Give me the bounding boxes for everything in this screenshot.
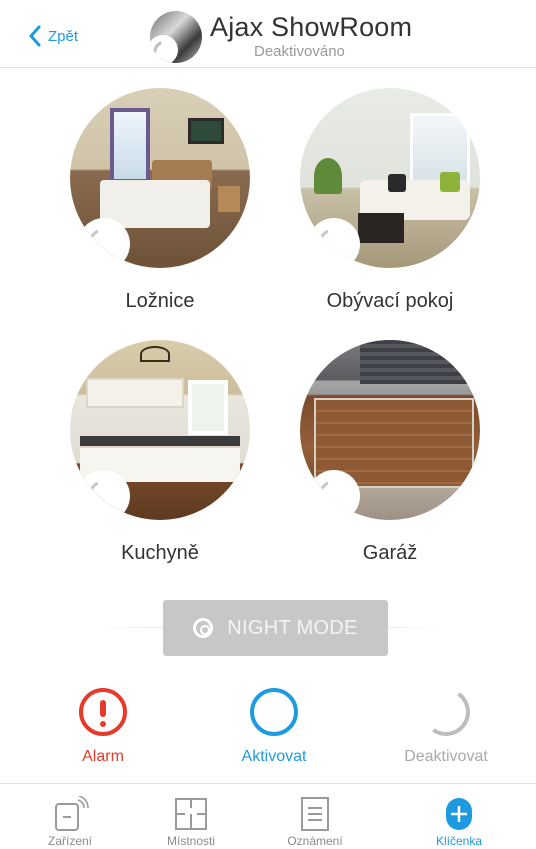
loading-spinner-icon — [308, 218, 360, 268]
keyfob-icon — [446, 798, 472, 830]
tab-label: Klíčenka — [435, 834, 483, 848]
tab-rooms[interactable]: Místnosti — [131, 784, 251, 849]
loading-spinner-icon — [308, 470, 360, 520]
back-label: Zpět — [48, 27, 79, 45]
header: Zpět Ajax ShowRoom Deaktivováno — [0, 0, 536, 68]
rooms-icon — [175, 798, 207, 830]
room-name: Obývací pokoj — [326, 290, 454, 312]
alarm-icon — [79, 688, 127, 736]
room-photo — [300, 340, 480, 520]
room-card-kitchen[interactable]: Kuchyně — [60, 340, 260, 565]
tab-keyfob[interactable]: Klíčenka — [399, 784, 519, 849]
arm-label: Aktivovat — [241, 748, 307, 765]
room-card-garage[interactable]: Garáž — [290, 340, 490, 565]
room-card-living-room[interactable]: Obývací pokoj — [290, 88, 490, 313]
room-name: Kuchyně — [121, 542, 199, 564]
tab-label: Oznámení — [287, 834, 343, 848]
alarm-button[interactable]: Alarm — [33, 688, 173, 766]
night-mode-label: NIGHT MODE — [227, 616, 358, 639]
hub-status: Deaktivováno — [254, 43, 345, 60]
arm-button[interactable]: Aktivovat — [204, 688, 344, 766]
night-mode-button[interactable]: NIGHT MODE — [163, 600, 388, 656]
devices-icon — [55, 796, 89, 831]
room-photo — [70, 340, 250, 520]
room-card-bedroom[interactable]: Ložnice — [60, 88, 260, 313]
disarm-label: Deaktivovat — [404, 748, 488, 765]
room-name: Garáž — [362, 542, 418, 564]
room-name: Ložnice — [125, 290, 195, 312]
night-mode-icon — [193, 618, 214, 638]
tab-bar: Zařízení Místnosti Oznámení Klíčenka — [0, 783, 536, 849]
arm-icon — [250, 688, 298, 736]
chevron-left-icon — [29, 25, 41, 47]
back-button[interactable]: Zpět — [28, 22, 78, 50]
room-photo — [300, 88, 480, 268]
hub-avatar[interactable] — [150, 11, 202, 63]
tab-label: Místnosti — [166, 834, 215, 848]
alarm-label: Alarm — [82, 748, 124, 765]
notifications-icon — [301, 797, 329, 831]
tab-notifications[interactable]: Oznámení — [255, 784, 375, 849]
loading-spinner-icon — [78, 470, 130, 520]
loading-spinner-icon — [78, 218, 130, 268]
disarm-icon — [418, 684, 474, 740]
room-photo — [70, 88, 250, 268]
tab-label: Zařízení — [47, 834, 92, 848]
loading-spinner-icon — [150, 35, 178, 63]
disarm-button[interactable]: Deaktivovat — [376, 684, 516, 766]
tab-devices[interactable]: Zařízení — [10, 784, 130, 849]
hub-title: Ajax ShowRoom — [210, 12, 413, 42]
